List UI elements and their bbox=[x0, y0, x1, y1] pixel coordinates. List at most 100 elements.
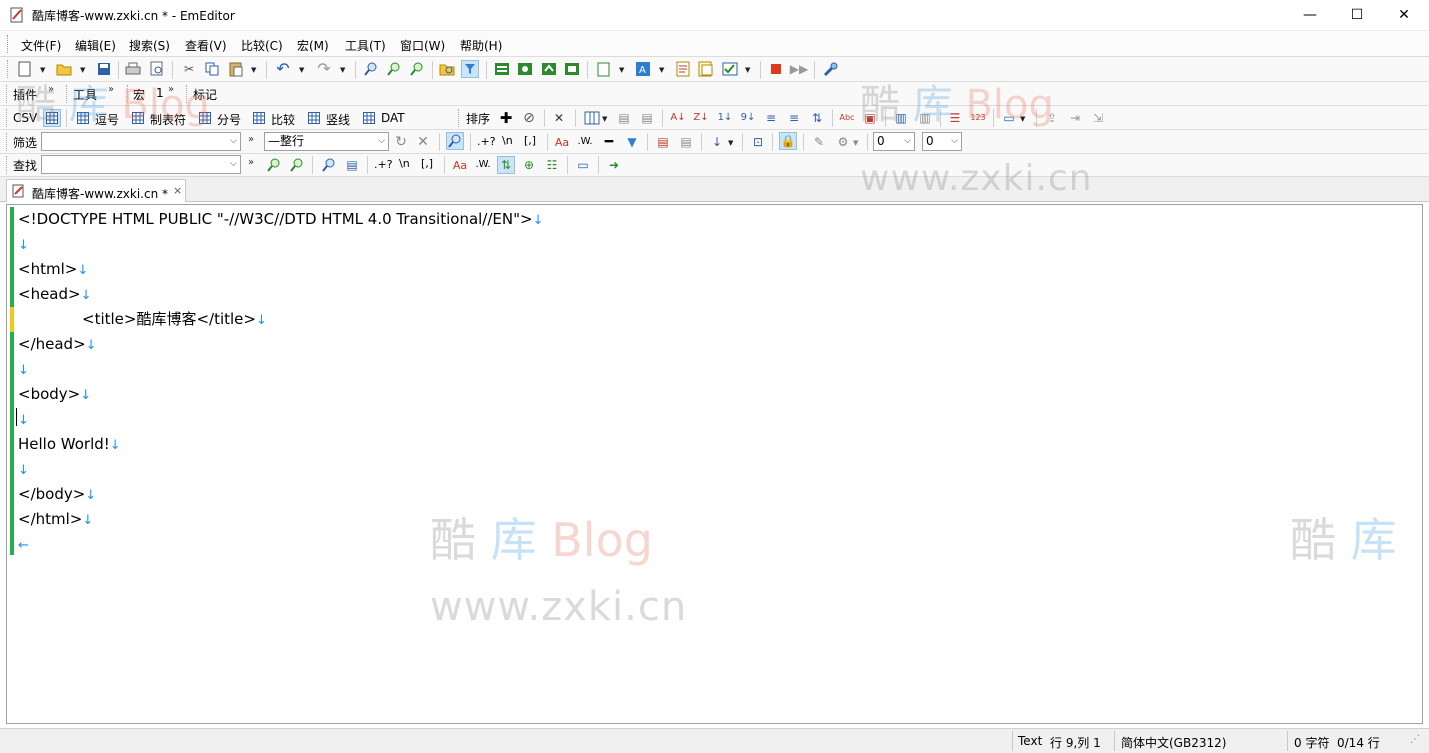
columns-dropdown-icon[interactable]: ▼ bbox=[602, 115, 607, 123]
open-file-dropdown-icon[interactable]: ▼ bbox=[80, 66, 85, 74]
menu-view[interactable]: 查看(V) bbox=[185, 37, 227, 54]
maximize-button[interactable]: ☐ bbox=[1334, 0, 1380, 30]
paste-dropdown-icon[interactable]: ▼ bbox=[251, 66, 256, 74]
escape-button[interactable]: \n bbox=[502, 134, 513, 147]
find-prev-icon[interactable] bbox=[408, 60, 426, 78]
grid-icon[interactable] bbox=[250, 109, 268, 127]
sort-length-desc-icon[interactable]: ≡ bbox=[785, 109, 803, 127]
copy-icon[interactable] bbox=[203, 60, 221, 78]
lock-icon[interactable]: 🔒 bbox=[779, 132, 797, 150]
find-prev-icon[interactable] bbox=[288, 156, 306, 174]
chevron-right-icon[interactable]: » bbox=[248, 157, 254, 168]
sort-za-icon[interactable]: Z↓ bbox=[692, 109, 710, 127]
sort-length-asc-icon[interactable]: ≡ bbox=[762, 109, 780, 127]
match-case-icon[interactable]: Aa bbox=[553, 133, 571, 151]
split-icon-b[interactable]: ▥ bbox=[916, 109, 934, 127]
stop-macro-icon[interactable] bbox=[767, 60, 785, 78]
grid-icon[interactable] bbox=[360, 109, 378, 127]
copy-result-icon[interactable]: ▤ bbox=[677, 133, 695, 151]
open-file-icon[interactable] bbox=[55, 60, 73, 78]
play-macro-icon[interactable]: ▶▶ bbox=[790, 60, 808, 78]
tools-toolbar-label[interactable]: 工具 bbox=[73, 86, 97, 103]
status-mode[interactable]: Text bbox=[1018, 734, 1042, 748]
grid-icon[interactable] bbox=[129, 109, 147, 127]
refresh-icon[interactable]: ↻ bbox=[392, 133, 410, 151]
highlight-all-icon[interactable]: ⊕ bbox=[520, 156, 538, 174]
menu-edit[interactable]: 编辑(E) bbox=[75, 37, 116, 54]
print-icon[interactable] bbox=[124, 60, 142, 78]
regex-button[interactable]: .+? bbox=[374, 158, 393, 171]
compare-button[interactable]: 比较 bbox=[271, 111, 295, 128]
undo-icon[interactable]: ↶ bbox=[274, 60, 292, 78]
bookmark-icon-a[interactable]: ⇪ bbox=[1043, 109, 1061, 127]
menu-help[interactable]: 帮助(H) bbox=[460, 37, 502, 54]
grid-icon[interactable] bbox=[305, 109, 323, 127]
whole-word-icon[interactable]: .W. bbox=[576, 133, 594, 151]
chevron-right-icon[interactable]: » bbox=[168, 84, 174, 95]
grid-icon[interactable] bbox=[74, 109, 92, 127]
encoding-dropdown-icon[interactable]: ▼ bbox=[659, 66, 664, 74]
menu-tools[interactable]: 工具(T) bbox=[345, 37, 386, 54]
semicolon-button[interactable]: 分号 bbox=[217, 111, 241, 128]
toolbar-icon-a[interactable] bbox=[493, 60, 511, 78]
no-sort-icon[interactable]: ⊘ bbox=[520, 109, 538, 127]
find-in-files-icon[interactable] bbox=[438, 60, 456, 78]
advanced-icon[interactable]: ⚙ bbox=[834, 133, 852, 151]
advanced-dropdown-icon[interactable]: ▼ bbox=[853, 139, 858, 147]
clear-filter-icon[interactable]: ✕ bbox=[414, 133, 432, 151]
config-icon[interactable] bbox=[697, 60, 715, 78]
sort-az-icon[interactable]: A↓ bbox=[669, 109, 687, 127]
column-icon-a[interactable]: ▤ bbox=[615, 109, 633, 127]
filter-window-icon[interactable]: ⊡ bbox=[749, 133, 767, 151]
toolbar-icon-b[interactable] bbox=[516, 60, 534, 78]
incremental-search-icon[interactable]: ⇅ bbox=[497, 156, 515, 174]
find-dialog-icon[interactable] bbox=[320, 156, 338, 174]
sort-num-desc-icon[interactable]: 9↓ bbox=[739, 109, 757, 127]
match-case-icon[interactable]: Aa bbox=[451, 156, 469, 174]
context-after-select[interactable]: 0 ⌵ bbox=[922, 132, 962, 151]
menu-compare[interactable]: 比较(C) bbox=[241, 37, 283, 54]
go-arrow-icon[interactable]: ➜ bbox=[605, 156, 623, 174]
status-encoding[interactable]: 简体中文(GB2312) bbox=[1121, 734, 1226, 751]
sort-num-asc-icon[interactable]: 1↓ bbox=[716, 109, 734, 127]
filter-icon[interactable] bbox=[461, 60, 479, 78]
plugins-toolbar-label[interactable]: 插件 bbox=[13, 86, 37, 103]
text-editor[interactable]: <!DOCTYPE HTML PUBLIC "-//W3C//DTD HTML … bbox=[6, 204, 1423, 724]
plus-icon[interactable]: ✚ bbox=[497, 109, 515, 127]
save-icon[interactable] bbox=[95, 60, 113, 78]
print-preview-icon[interactable] bbox=[148, 60, 166, 78]
close-button[interactable]: ✕ bbox=[1381, 0, 1427, 30]
checklist-icon[interactable] bbox=[721, 60, 739, 78]
csv-grid-icon[interactable] bbox=[43, 109, 61, 127]
find-icon[interactable] bbox=[362, 60, 380, 78]
find-all-icon[interactable]: ▤ bbox=[343, 156, 361, 174]
find-input[interactable]: ⌵ bbox=[41, 155, 241, 174]
new-file-dropdown-icon[interactable]: ▼ bbox=[40, 66, 45, 74]
checklist-dropdown-icon[interactable]: ▼ bbox=[745, 66, 750, 74]
tools-cross-icon[interactable]: ✕ bbox=[550, 109, 568, 127]
redo-dropdown-icon[interactable]: ▼ bbox=[340, 66, 345, 74]
clipboard-icon[interactable] bbox=[595, 60, 613, 78]
extract-icon[interactable]: ▤ bbox=[654, 133, 672, 151]
bracket-button[interactable]: [,] bbox=[524, 134, 536, 147]
split-icon-a[interactable]: ▥ bbox=[892, 109, 910, 127]
new-file-icon[interactable] bbox=[16, 60, 34, 78]
status-position[interactable]: 行 9,列 1 bbox=[1050, 734, 1101, 751]
menu-file[interactable]: 文件(F) bbox=[21, 37, 61, 54]
whole-word-icon[interactable]: .W. bbox=[474, 156, 492, 174]
comma-button[interactable]: 逗号 bbox=[95, 111, 119, 128]
plugin-wrench-icon[interactable] bbox=[822, 60, 840, 78]
down-dropdown-icon[interactable]: ▼ bbox=[728, 139, 733, 147]
sort-dialog-icon[interactable]: ⇅ bbox=[808, 109, 826, 127]
context-before-select[interactable]: 0 ⌵ bbox=[873, 132, 915, 151]
resize-grip-icon[interactable]: ⋰ bbox=[1410, 734, 1420, 745]
bookmark-icon-c[interactable]: ⇲ bbox=[1089, 109, 1107, 127]
menu-window[interactable]: 窗口(W) bbox=[400, 37, 445, 54]
paste-icon[interactable] bbox=[227, 60, 245, 78]
toolbar-icon-d[interactable] bbox=[563, 60, 581, 78]
bracket-button[interactable]: [,] bbox=[421, 157, 433, 170]
filter-scope-select[interactable]: —整行 ⌵ bbox=[264, 132, 389, 151]
list-icon[interactable]: ☰ bbox=[946, 109, 964, 127]
highlight-icon[interactable]: ✎ bbox=[810, 133, 828, 151]
encoding-icon[interactable]: A bbox=[634, 60, 652, 78]
